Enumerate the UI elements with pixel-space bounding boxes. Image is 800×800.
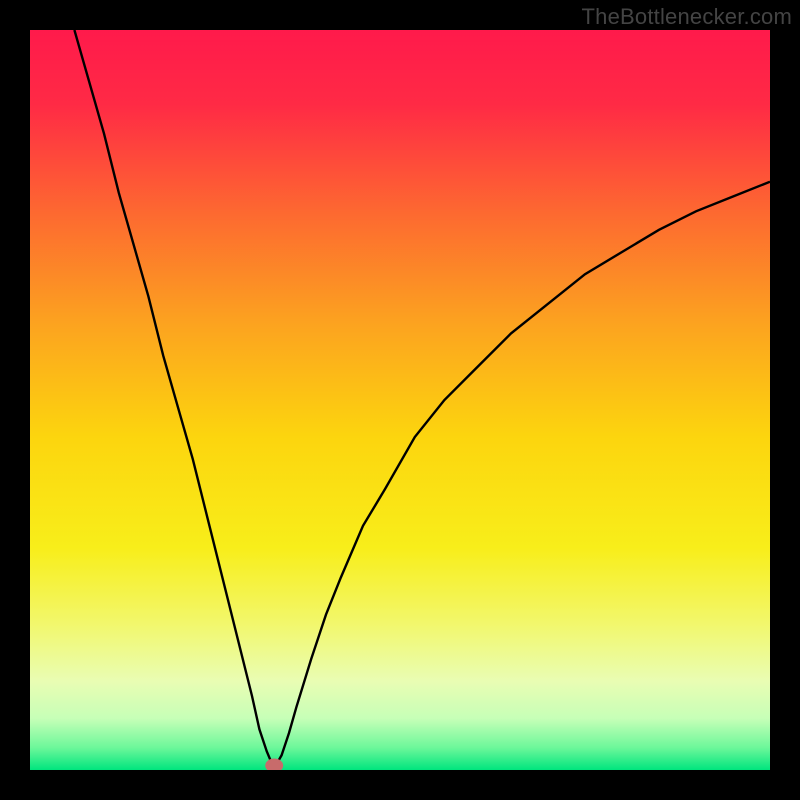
chart-frame xyxy=(30,30,770,770)
gradient-background xyxy=(30,30,770,770)
bottleneck-chart xyxy=(30,30,770,770)
watermark-text: TheBottlenecker.com xyxy=(582,4,792,30)
